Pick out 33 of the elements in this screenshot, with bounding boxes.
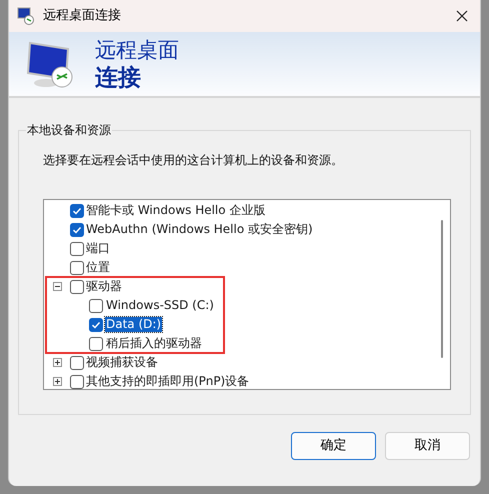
checkmark-icon bbox=[91, 320, 101, 330]
checkbox[interactable] bbox=[89, 318, 103, 332]
checkbox[interactable] bbox=[70, 280, 84, 294]
tree-item[interactable]: 位置 bbox=[86, 260, 110, 275]
cancel-button[interactable]: 取消 bbox=[385, 432, 470, 460]
tree-item[interactable]: 智能卡或 Windows Hello 企业版 bbox=[86, 203, 266, 218]
expand-icon[interactable] bbox=[52, 358, 62, 367]
close-icon[interactable] bbox=[456, 10, 468, 22]
checkbox[interactable] bbox=[89, 298, 103, 312]
banner-subtitle: 连接 bbox=[95, 64, 142, 92]
collapse-icon[interactable] bbox=[52, 282, 62, 291]
tree-item[interactable]: Data (D:) bbox=[105, 317, 162, 332]
description: 选择要在远程会话中使用的这台计算机上的设备和资源。 bbox=[43, 152, 344, 169]
group-title: 本地设备和资源 bbox=[26, 121, 112, 139]
ok-button[interactable]: 确定 bbox=[291, 432, 376, 460]
checkbox[interactable] bbox=[70, 222, 84, 236]
tree-item[interactable]: 视频捕获设备 bbox=[86, 355, 158, 370]
tree-item[interactable]: 端口 bbox=[86, 241, 110, 256]
banner-title: 远程桌面 bbox=[95, 37, 179, 64]
checkbox[interactable] bbox=[70, 260, 84, 274]
monitor-icon bbox=[17, 7, 35, 25]
tree-item[interactable]: 稍后插入的驱动器 bbox=[105, 336, 203, 351]
checkbox[interactable] bbox=[70, 374, 84, 388]
tree-item[interactable]: 其他支持的即插即用(PnP)设备 bbox=[86, 374, 250, 389]
checkbox[interactable] bbox=[70, 242, 84, 256]
tree-item[interactable]: Windows-SSD (C:) bbox=[105, 298, 215, 313]
checkbox[interactable] bbox=[70, 356, 84, 370]
tree-item[interactable]: 驱动器 bbox=[86, 279, 122, 294]
window-title: 远程桌面连接 bbox=[43, 7, 121, 26]
tree-item[interactable]: WebAuthn (Windows Hello 或安全密钥) bbox=[86, 222, 313, 237]
expand-icon[interactable] bbox=[52, 377, 62, 386]
checkbox[interactable] bbox=[89, 336, 103, 350]
checkbox[interactable] bbox=[70, 204, 84, 218]
